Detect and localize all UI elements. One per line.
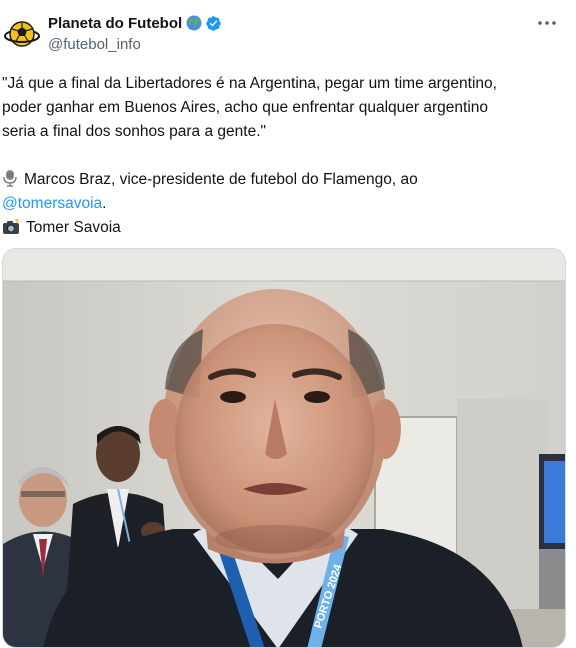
- more-options-icon[interactable]: [536, 16, 558, 30]
- photo-credit: Tomer Savoia: [26, 219, 121, 236]
- avatar[interactable]: [2, 14, 42, 54]
- name-row: Planeta do Futebol: [48, 13, 222, 33]
- mention-suffix: .: [102, 195, 107, 212]
- account-name[interactable]: Planeta do Futebol: [48, 15, 182, 32]
- credit-text: Marcos Braz, vice-presidente de futebol …: [24, 171, 418, 188]
- credit-line: Marcos Braz, vice-presidente de futebol …: [2, 168, 566, 192]
- globe-emoji-icon: [186, 15, 202, 31]
- account-handle[interactable]: @futebol_info: [48, 36, 222, 53]
- mention-link[interactable]: @tomersavoia: [2, 195, 102, 212]
- tweet-text: "Já que a final da Libertadores é na Arg…: [2, 72, 566, 240]
- author-block: Planeta do Futebol @futebol_info: [48, 13, 222, 53]
- camera-flash-emoji-icon: [3, 219, 20, 234]
- planet-ball-logo-icon: [3, 15, 41, 53]
- photo-credit-line: Tomer Savoia: [2, 216, 566, 240]
- quote-line-1: "Já que a final da Libertadores é na Arg…: [2, 75, 497, 92]
- verified-badge-icon: [206, 15, 221, 31]
- tweet-media-photo[interactable]: PORTO 2024: [2, 248, 566, 648]
- mention-line: @tomersavoia.: [2, 192, 566, 216]
- quote-line-3: seria a final dos sonhos para a gente.": [2, 123, 267, 140]
- quote-line-2: poder ganhar em Buenos Aires, acho que e…: [2, 99, 489, 116]
- tweet-header: Planeta do Futebol @futebol_info: [0, 0, 576, 60]
- interview-photo: PORTO 2024: [3, 249, 565, 647]
- microphone-emoji-icon: [3, 170, 17, 187]
